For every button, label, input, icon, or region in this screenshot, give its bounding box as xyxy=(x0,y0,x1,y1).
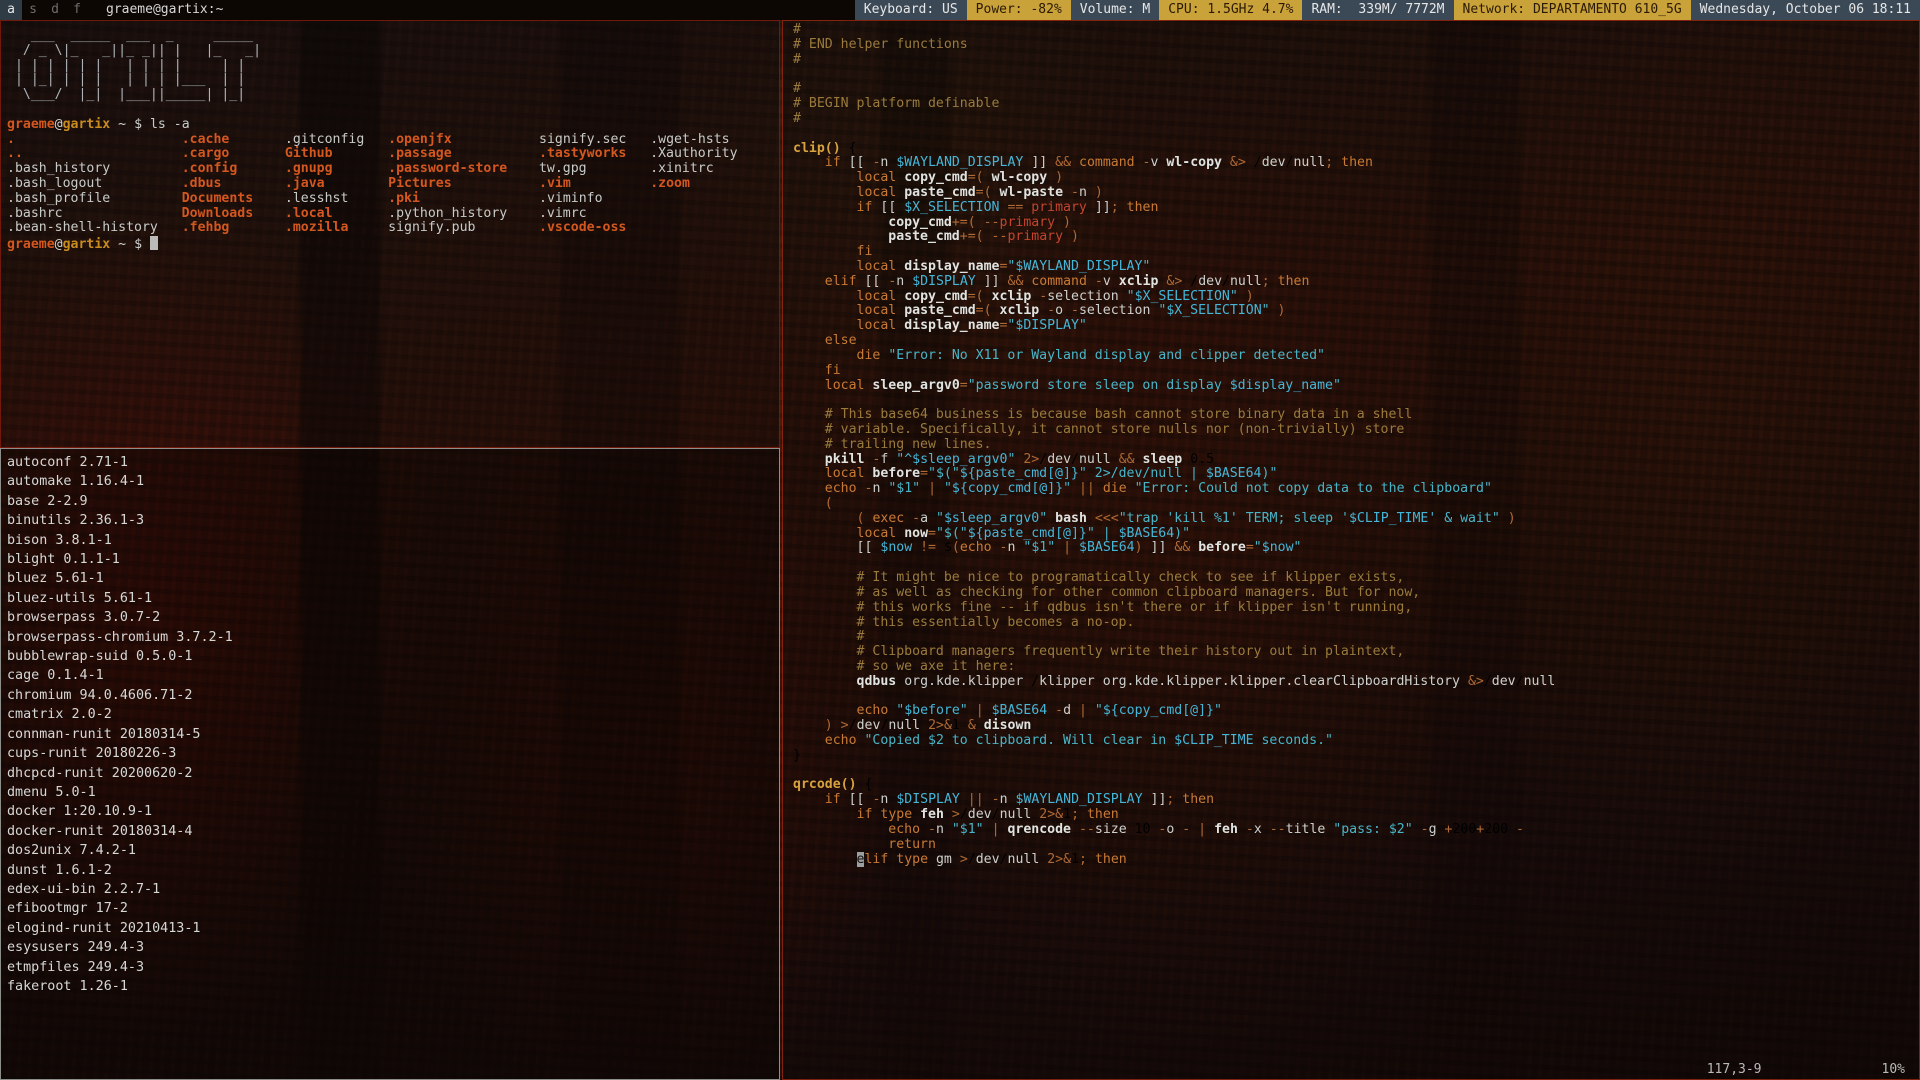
workspace-tags[interactable]: asdf xyxy=(0,0,88,20)
status-block-6[interactable]: Wednesday, October 06 18:11 xyxy=(1690,0,1920,20)
editor-scroll-percent: 10% xyxy=(1881,1061,1905,1077)
status-block-1[interactable]: Power: -82% xyxy=(966,0,1071,20)
terminal-output: ___ _____ ___ _ _____ / _ \|_ _||_ _|| |… xyxy=(7,28,738,253)
status-bar: asdf graeme@gartix:~ Keyboard: US Power: … xyxy=(0,0,1920,20)
package-list-output: autoconf 2.71-1 automake 1.16.4-1 base 2… xyxy=(7,455,233,994)
workspace-tag-a[interactable]: a xyxy=(0,0,22,20)
editor-buffer[interactable]: # # END helper functions # # # BEGIN pla… xyxy=(783,21,1919,867)
workspace-tag-f[interactable]: f xyxy=(66,0,88,20)
editor-cursor-position: 117,3-9 xyxy=(1706,1061,1762,1077)
status-block-5[interactable]: Network: DEPARTAMENTO 610_5G xyxy=(1453,0,1691,20)
status-block-3[interactable]: CPU: 1.5GHz 4.7% xyxy=(1159,0,1303,20)
editor-pane[interactable]: # # END helper functions # # # BEGIN pla… xyxy=(782,20,1920,1080)
terminal-pane[interactable]: ___ _____ ___ _ _____ / _ \|_ _||_ _|| |… xyxy=(0,20,780,448)
status-blocks[interactable]: Keyboard: US Power: -82% Volume: M CPU: 1.5… xyxy=(854,0,1920,20)
status-block-0[interactable]: Keyboard: US xyxy=(854,0,967,20)
window-title: graeme@gartix:~ xyxy=(106,2,224,17)
workspace-tag-s[interactable]: s xyxy=(22,0,44,20)
statusbar-spacer xyxy=(223,0,854,20)
status-block-2[interactable]: Volume: M xyxy=(1070,0,1160,20)
editor-status-line: 117,3-9 10% xyxy=(783,1059,1919,1079)
status-block-4[interactable]: RAM: 339M/ 7772M xyxy=(1302,0,1454,20)
workspace-tag-d[interactable]: d xyxy=(44,0,66,20)
package-list-pane[interactable]: autoconf 2.71-1 automake 1.16.4-1 base 2… xyxy=(0,448,780,1080)
